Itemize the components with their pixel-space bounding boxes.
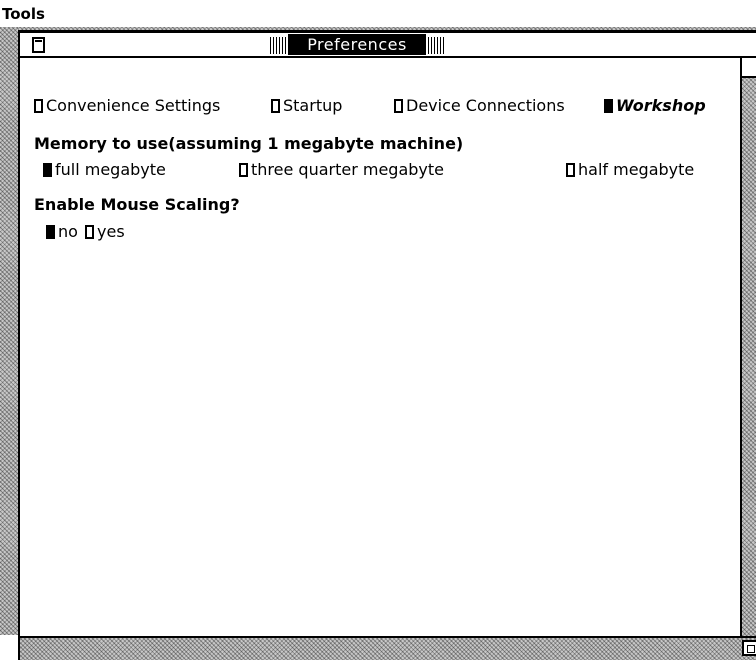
tab-convenience-settings-checkbox[interactable] xyxy=(34,99,43,113)
memory-option-half-checkbox[interactable] xyxy=(566,163,575,177)
mouse-scaling-option-no-label: no xyxy=(58,222,78,241)
desktop-background xyxy=(0,27,18,635)
tab-device-connections-label: Device Connections xyxy=(406,96,565,115)
mouse-scaling-option-yes-label: yes xyxy=(97,222,125,241)
preferences-window: Preferences Convenience Settings Startup… xyxy=(18,30,756,660)
memory-option-full[interactable]: full megabyte xyxy=(43,160,166,180)
mouse-scaling-heading: Enable Mouse Scaling? xyxy=(34,195,240,214)
scroll-up-arrow-icon[interactable] xyxy=(742,58,756,78)
tab-device-connections[interactable]: Device Connections xyxy=(394,96,565,116)
menu-bar: Tools xyxy=(0,0,756,27)
menu-tools[interactable]: Tools xyxy=(2,5,45,23)
title-grip-left xyxy=(270,37,286,54)
memory-option-three-quarter-label: three quarter megabyte xyxy=(251,160,445,179)
tab-workshop-label: Workshop xyxy=(616,96,706,115)
mouse-scaling-option-yes[interactable]: yes xyxy=(85,222,125,242)
tab-workshop[interactable]: Workshop xyxy=(604,96,706,116)
memory-option-full-checkbox[interactable] xyxy=(43,163,52,177)
tab-convenience-settings-label: Convenience Settings xyxy=(46,96,221,115)
tab-workshop-checkbox[interactable] xyxy=(604,99,613,113)
mouse-scaling-option-yes-checkbox[interactable] xyxy=(85,225,94,239)
vertical-scrollbar[interactable] xyxy=(740,58,756,636)
memory-option-three-quarter-checkbox[interactable] xyxy=(239,163,248,177)
window-title: Preferences xyxy=(288,34,426,55)
grow-box-icon[interactable] xyxy=(742,640,756,656)
title-grip-right xyxy=(428,37,444,54)
tab-startup-label: Startup xyxy=(283,96,343,115)
memory-option-half-label: half megabyte xyxy=(578,160,695,179)
memory-heading: Memory to use(assuming 1 megabyte machin… xyxy=(34,134,464,153)
mouse-scaling-option-no-checkbox[interactable] xyxy=(46,225,55,239)
title-bar[interactable]: Preferences xyxy=(20,30,756,58)
tab-convenience-settings[interactable]: Convenience Settings xyxy=(34,96,220,116)
memory-option-half[interactable]: half megabyte xyxy=(566,160,694,180)
tab-device-connections-checkbox[interactable] xyxy=(394,99,403,113)
memory-option-three-quarter[interactable]: three quarter megabyte xyxy=(239,160,444,180)
horizontal-scrollbar[interactable] xyxy=(20,636,756,660)
memory-option-full-label: full megabyte xyxy=(55,160,166,179)
tab-startup-checkbox[interactable] xyxy=(271,99,280,113)
preferences-content: Convenience Settings Startup Device Conn… xyxy=(20,58,740,636)
mouse-scaling-option-no[interactable]: no xyxy=(46,222,78,242)
close-box-icon[interactable] xyxy=(32,37,45,53)
tab-startup[interactable]: Startup xyxy=(271,96,342,116)
